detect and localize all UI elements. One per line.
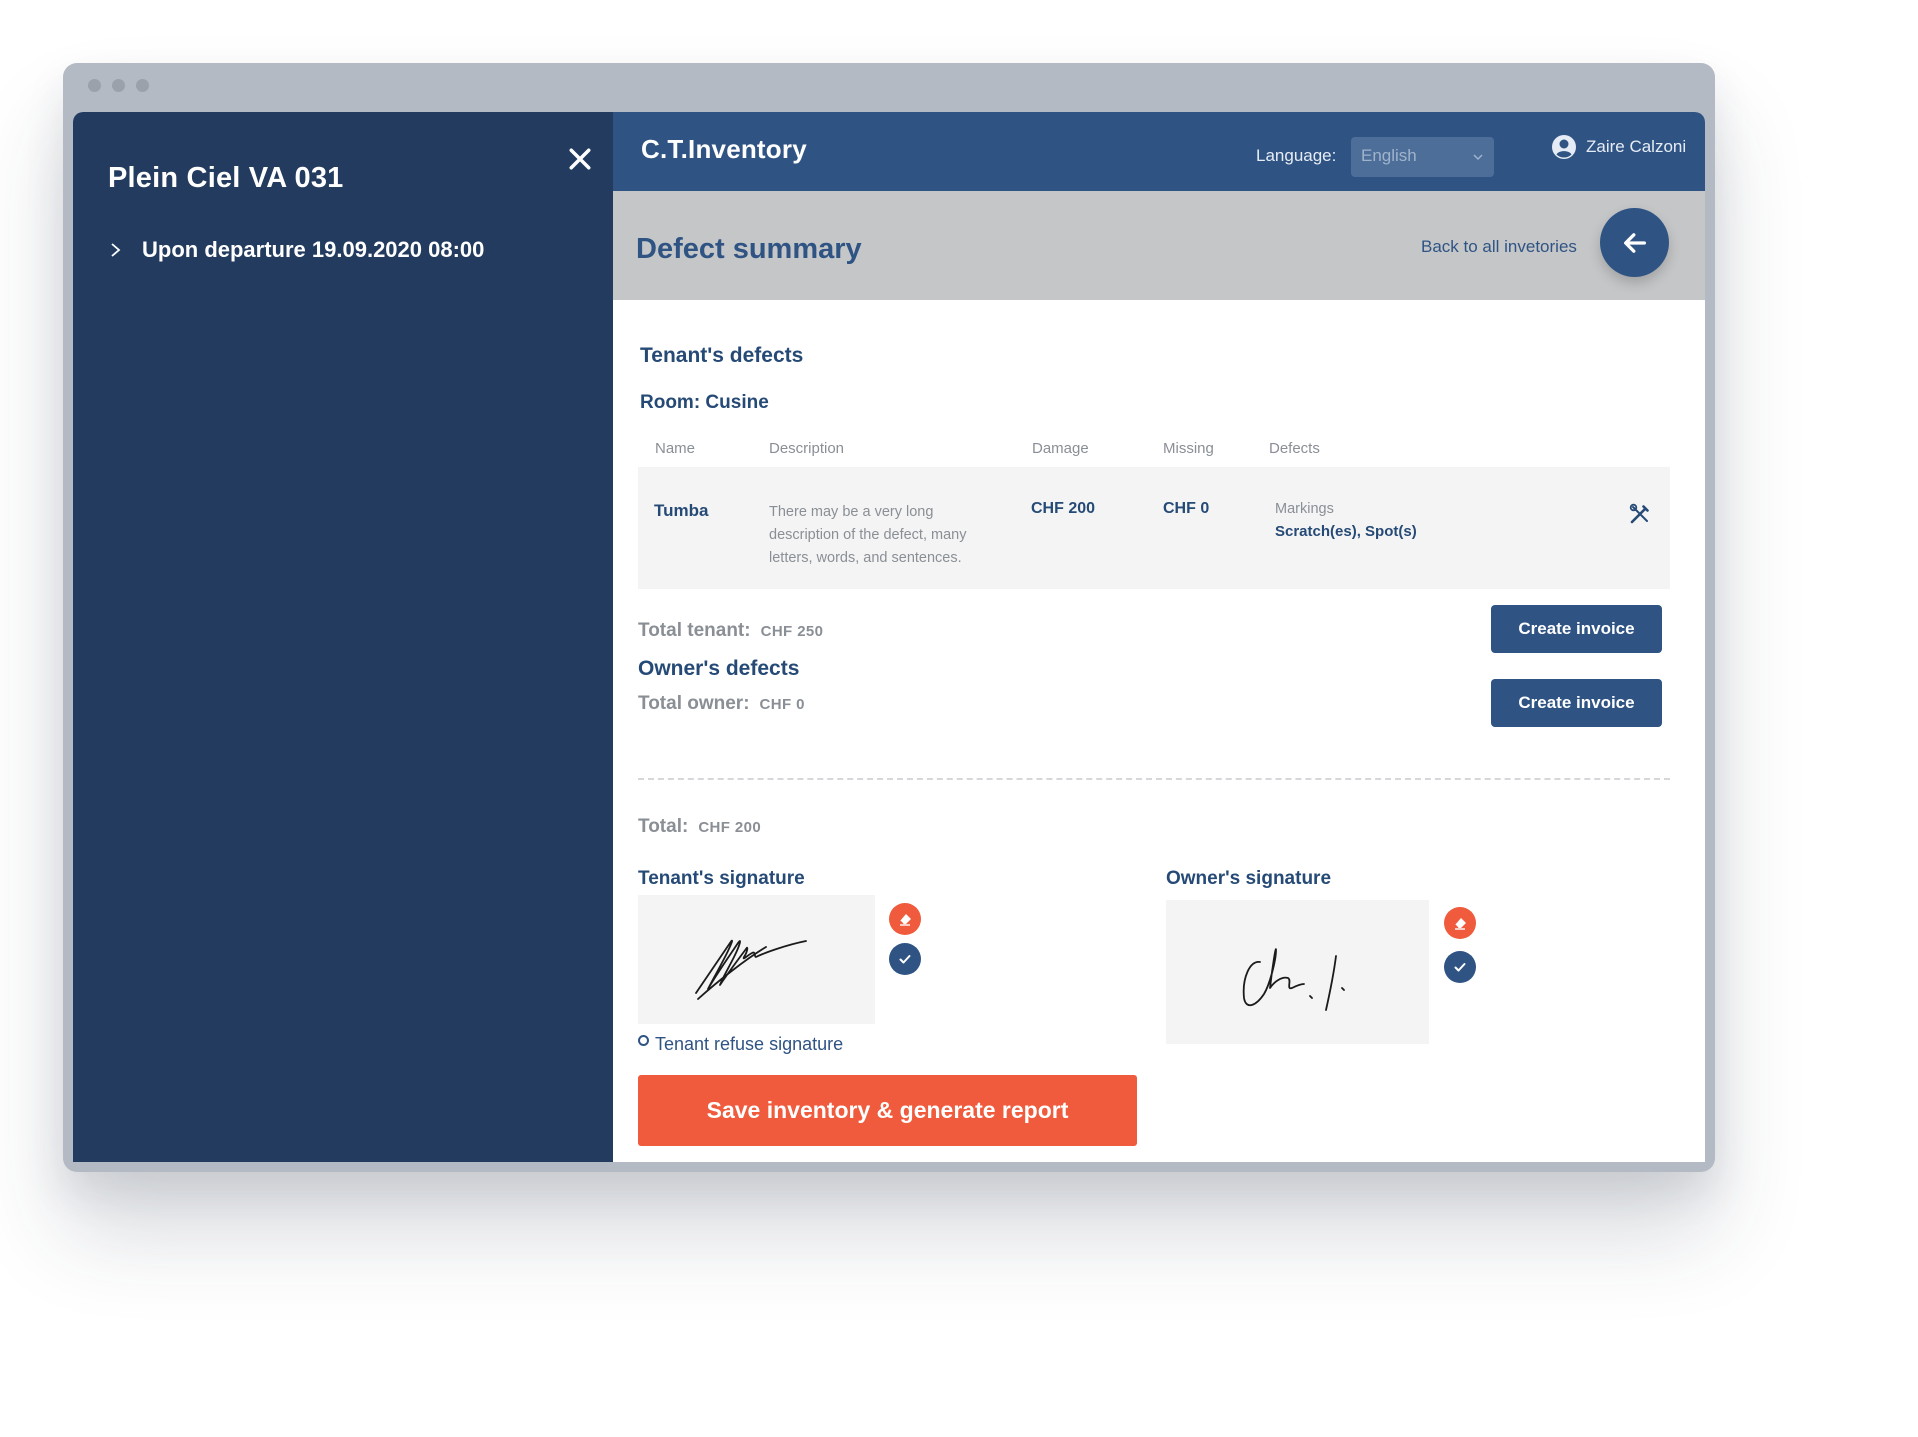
confirm-owner-signature-button[interactable]: [1444, 951, 1476, 983]
language-label: Language:: [1256, 146, 1337, 165]
total-owner-value: CHF 0: [759, 696, 805, 713]
app-container: Plein Ciel VA 031 Upon departure 19.09.2…: [73, 112, 1705, 1162]
sidebar-item-departure[interactable]: Upon departure 19.09.2020 08:00: [108, 237, 484, 263]
save-inventory-button[interactable]: Save inventory & generate report: [638, 1075, 1137, 1146]
eraser-icon: [1454, 918, 1466, 930]
user-menu[interactable]: Zaire Calzoni: [1551, 134, 1686, 160]
column-header-defects: Defects: [1269, 440, 1320, 457]
erase-owner-signature-button[interactable]: [1444, 907, 1476, 939]
tenant-refuse-signature-label: Tenant refuse signature: [655, 1034, 844, 1054]
create-invoice-tenant-button[interactable]: Create invoice: [1491, 605, 1662, 653]
owner-signature-pad[interactable]: [1166, 900, 1429, 1044]
column-header-name: Name: [655, 440, 696, 457]
sidebar: Plein Ciel VA 031 Upon departure 19.09.2…: [73, 112, 613, 1162]
user-name: Zaire Calzoni: [1586, 137, 1687, 156]
back-to-inventories-link[interactable]: Back to all invetories: [1421, 237, 1577, 257]
total-tenant: Total tenant: CHF 250: [638, 620, 823, 642]
language-value: English: [1361, 146, 1417, 165]
page-header: Defect summary Back to all invetories: [613, 191, 1705, 300]
tenant-signature-image: [695, 939, 807, 1000]
property-title: Plein Ciel VA 031: [108, 162, 344, 194]
grand-total-value: CHF 200: [698, 819, 762, 836]
item-name: Tumba: [654, 501, 709, 520]
erase-tenant-signature-button[interactable]: [889, 903, 921, 935]
window-dot-icon[interactable]: [112, 79, 125, 92]
grand-total-label: Total:: [638, 816, 689, 837]
window-dot-icon[interactable]: [88, 79, 101, 92]
table-row[interactable]: Tumba There may be a very long descripti…: [638, 467, 1670, 589]
back-button[interactable]: [1600, 208, 1669, 277]
check-icon: [899, 955, 911, 964]
window-dot-icon[interactable]: [136, 79, 149, 92]
radio-button[interactable]: [638, 1035, 649, 1046]
tools-icon[interactable]: [1628, 502, 1652, 526]
item-missing: CHF 0: [1163, 500, 1210, 517]
close-icon[interactable]: [565, 144, 595, 174]
page-title: Defect summary: [636, 233, 862, 265]
grand-total: Total: CHF 200: [638, 816, 761, 838]
owner-defects-title: Owner's defects: [638, 657, 800, 680]
tenant-refuse-signature-option[interactable]: Tenant refuse signature: [638, 1034, 843, 1055]
column-header-missing: Missing: [1163, 440, 1214, 457]
confirm-tenant-signature-button[interactable]: [889, 943, 921, 975]
total-owner-label: Total owner:: [638, 693, 750, 714]
defect-list: Scratch(es), Spot(s): [1275, 523, 1417, 540]
create-invoice-owner-button[interactable]: Create invoice: [1491, 679, 1662, 727]
item-description: There may be a very long description of …: [769, 504, 967, 566]
total-owner: Total owner: CHF 0: [638, 693, 805, 715]
language-select[interactable]: English: [1351, 137, 1494, 177]
owner-signature-title: Owner's signature: [1166, 868, 1332, 889]
chevron-right-icon: [111, 243, 121, 257]
app-brand[interactable]: C.T.Inventory: [641, 134, 807, 165]
defect-summary-content: Tenant's defects Room: Cusine Name Descr…: [613, 300, 1705, 1162]
column-header-description: Description: [769, 440, 845, 457]
eraser-icon: [899, 914, 911, 926]
room-title: Room: Cusine: [640, 392, 769, 413]
sidebar-item-label: Upon departure 19.09.2020 08:00: [142, 237, 485, 262]
total-tenant-label: Total tenant:: [638, 620, 751, 641]
window-controls: [88, 79, 149, 92]
item-damage: CHF 200: [1031, 500, 1096, 517]
tenant-signature-title: Tenant's signature: [638, 868, 805, 889]
total-tenant-value: CHF 250: [760, 623, 824, 640]
check-icon: [1454, 963, 1466, 972]
column-header-damage: Damage: [1032, 440, 1089, 457]
owner-signature-image: [1242, 948, 1345, 1011]
user-avatar-icon: [1552, 135, 1576, 159]
tenant-signature-pad[interactable]: [638, 895, 875, 1024]
arrow-left-icon: [1623, 232, 1646, 253]
chevron-down-icon: [1473, 154, 1483, 161]
tenant-defects-title: Tenant's defects: [640, 344, 804, 367]
browser-window: Plein Ciel VA 031 Upon departure 19.09.2…: [63, 63, 1715, 1172]
top-bar: C.T.Inventory Language: English Zaire Ca…: [613, 112, 1705, 191]
divider: [638, 778, 1670, 780]
defect-category: Markings: [1275, 501, 1334, 517]
